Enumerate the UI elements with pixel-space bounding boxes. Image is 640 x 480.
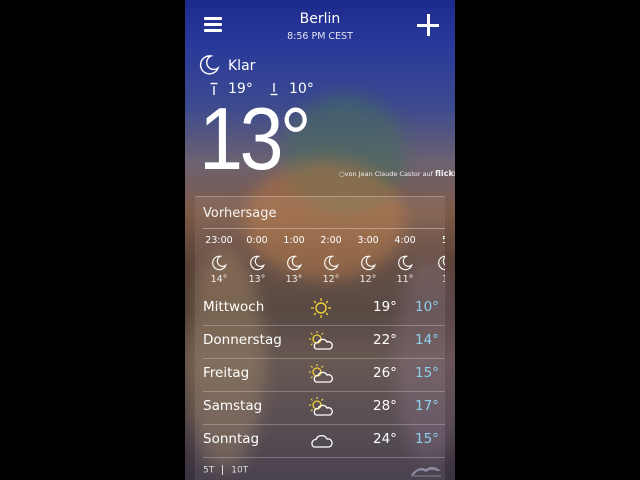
city-name: Berlin (299, 11, 341, 27)
partly-cloudy-icon (309, 331, 333, 350)
day-high: 28° (373, 398, 397, 414)
add-location-button[interactable] (417, 14, 439, 36)
current-temperature: 13° (199, 89, 312, 188)
forecast-range-toggle: 5T 10T (203, 465, 248, 476)
daily-row[interactable]: Donnerstag 22° 14° (203, 326, 445, 359)
hour-label: 0:00 (246, 235, 268, 246)
hour-temp: 1 (441, 274, 445, 285)
hourly-item: 4:00 11° (387, 233, 423, 285)
day-name: Sonntag (203, 431, 260, 447)
hour-label: 5 (441, 235, 445, 246)
moon-icon (324, 255, 339, 271)
range-divider (222, 465, 224, 475)
sun-icon (311, 298, 331, 318)
photo-credit[interactable]: ○von Jean Claude Castor auf flickr (339, 169, 455, 178)
day-high: 22° (373, 332, 397, 348)
forecast-divider (203, 228, 445, 229)
hourly-item: 0:00 13° (239, 233, 275, 285)
partly-cloudy-icon (309, 364, 333, 383)
forecast-title: Vorhersage (203, 206, 277, 221)
hourly-item: 2:00 12° (313, 233, 349, 285)
hourly-item: 1:00 13° (276, 233, 312, 285)
moon-icon (438, 255, 445, 271)
day-high: 26° (373, 365, 397, 381)
day-low: 10° (415, 299, 439, 315)
hour-temp: 11° (396, 274, 414, 285)
daily-row[interactable]: Freitag 26° 15° (203, 359, 445, 392)
cloud-icon (311, 435, 333, 448)
daily-row[interactable]: Samstag 28° 17° (203, 392, 445, 425)
condition-text: Klar (228, 58, 256, 74)
hour-temp: 12° (322, 274, 340, 285)
photo-credit-author: von Jean Claude Castor auf (344, 170, 433, 178)
hour-label: 2:00 (320, 235, 342, 246)
hour-label: 1:00 (283, 235, 305, 246)
moon-icon (250, 255, 265, 271)
hour-temp: 13° (285, 274, 303, 285)
hour-temp: 12° (359, 274, 377, 285)
hourly-item: 23:00 14° (201, 233, 237, 285)
moon-icon (199, 55, 220, 75)
hour-temp: 13° (248, 274, 266, 285)
app-screen: Berlin 8:56 PM CEST Klar 19° 10° 13° ○vo… (185, 0, 455, 480)
day-name: Samstag (203, 398, 263, 414)
day-low: 15° (415, 365, 439, 381)
forecast-panel: Vorhersage 23:00 14° 0:00 13° 1:00 13° 2… (195, 196, 445, 480)
partly-cloudy-icon (309, 397, 333, 416)
day-name: Freitag (203, 365, 250, 381)
day-name: Mittwoch (203, 299, 265, 315)
hour-label: 4:00 (394, 235, 416, 246)
range-10-days-button[interactable]: 10T (231, 466, 248, 476)
day-name: Donnerstag (203, 332, 282, 348)
day-low: 15° (415, 431, 439, 447)
daily-row[interactable]: Sonntag 24° 15° (203, 425, 445, 458)
app-logo-icon (411, 466, 441, 477)
local-time: 8:56 PM CEST (287, 31, 353, 42)
day-low: 17° (415, 398, 439, 414)
flickr-logo: flickr (435, 169, 455, 178)
day-low: 14° (415, 332, 439, 348)
hourly-forecast[interactable]: 23:00 14° 0:00 13° 1:00 13° 2:00 12° 3:0… (195, 233, 445, 291)
daily-row[interactable]: Mittwoch 19° 10° (203, 293, 445, 326)
hourly-item: 3:00 12° (350, 233, 386, 285)
hour-label: 23:00 (205, 235, 233, 246)
day-high: 24° (373, 431, 397, 447)
hour-temp: 14° (210, 274, 228, 285)
day-high: 19° (373, 299, 397, 315)
moon-icon (287, 255, 302, 271)
hourly-item: 5 1 (427, 233, 445, 285)
moon-icon (398, 255, 413, 271)
range-5-days-button[interactable]: 5T (203, 466, 214, 476)
hour-label: 3:00 (357, 235, 379, 246)
moon-icon (212, 255, 227, 271)
moon-icon (361, 255, 376, 271)
